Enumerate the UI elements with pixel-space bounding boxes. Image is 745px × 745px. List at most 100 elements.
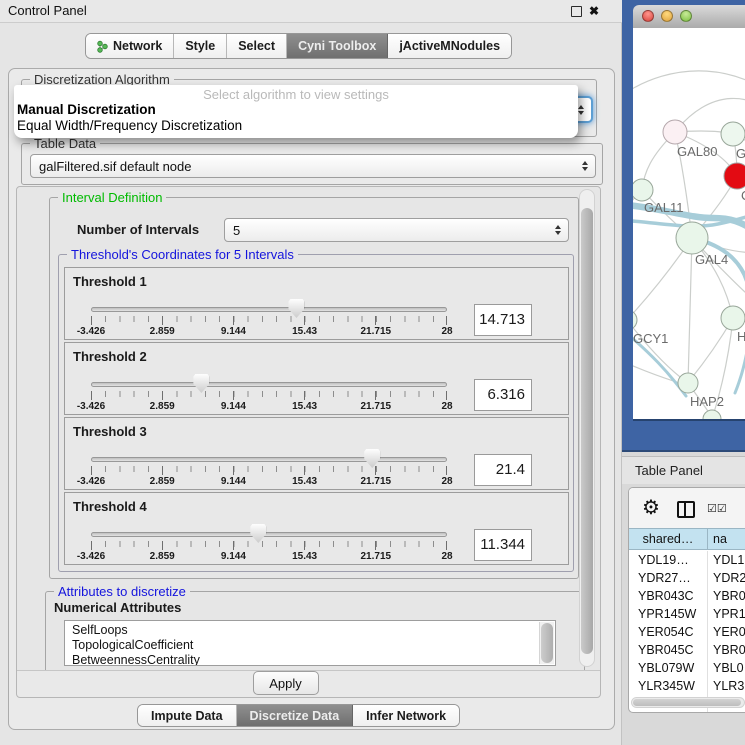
numerical-attributes-list[interactable]: SelfLoopsTopologicalCoefficientBetweenne…: [64, 620, 556, 666]
scrollbar-thumb[interactable]: [581, 208, 593, 654]
column-header-shared-name[interactable]: shared…: [629, 529, 708, 549]
table-cell[interactable]: YDL19…: [629, 551, 708, 569]
close-traffic-light-icon[interactable]: [642, 10, 654, 22]
table-row[interactable]: YER054CYER0: [629, 623, 745, 641]
slider-track[interactable]: [91, 532, 447, 537]
table-row[interactable]: YDR27…YDR2: [629, 569, 745, 587]
network-view-window[interactable]: GAL80GACGAL11GAL4GCY1HHAP2: [622, 0, 745, 452]
tab-style[interactable]: Style: [174, 34, 227, 58]
slider-scale-label: 9.144: [221, 401, 246, 412]
combobox-value: galFiltered.sif default node: [39, 155, 191, 177]
tab-network[interactable]: Network: [86, 34, 174, 58]
network-window-titlebar[interactable]: [633, 5, 745, 29]
threshold-slider[interactable]: -3.4262.8599.14415.4321.71528: [91, 524, 447, 566]
table-cell[interactable]: YDR2: [708, 569, 745, 587]
columns-icon[interactable]: [677, 501, 695, 518]
network-node-unlabeled[interactable]: [703, 410, 721, 419]
table-cell[interactable]: YER054C: [629, 623, 708, 641]
float-window-icon[interactable]: [571, 6, 582, 17]
table-row[interactable]: YBR043CYBR0: [629, 587, 745, 605]
slider-scale-label: 28: [441, 401, 452, 412]
threshold-value-field[interactable]: 11.344: [474, 529, 532, 561]
threshold-1-box: Threshold 1 -3.4262.8599.14415.4321.7152…: [64, 267, 569, 340]
network-node-GA[interactable]: [721, 122, 745, 146]
table-cell[interactable]: YBL0: [708, 659, 745, 677]
network-node-H[interactable]: [721, 306, 745, 330]
numerical-attributes-label: Numerical Attributes: [54, 600, 181, 615]
threshold-4-box: Threshold 4 -3.4262.8599.14415.4321.7152…: [64, 492, 569, 565]
table-cell[interactable]: YPR145W: [629, 605, 708, 623]
threshold-slider[interactable]: -3.4262.8599.14415.4321.71528: [91, 374, 447, 416]
table-data-combobox[interactable]: galFiltered.sif default node: [30, 154, 596, 178]
table-row[interactable]: YLR345WYLR3: [629, 677, 745, 695]
scrollbar-thumb[interactable]: [541, 623, 553, 663]
slider-track[interactable]: [91, 382, 447, 387]
tab-impute-data[interactable]: Impute Data: [138, 705, 237, 726]
dropdown-option-equal-width[interactable]: Equal Width/Frequency Discretization: [14, 118, 578, 134]
table-cell[interactable]: YDR27…: [629, 569, 708, 587]
column-header-name[interactable]: na: [708, 529, 745, 549]
tab-jactivemnodules[interactable]: jActiveMNodules: [388, 34, 511, 58]
checkboxes-icon[interactable]: ☑☑: [707, 502, 727, 515]
table-horizontal-scrollbar[interactable]: [631, 697, 745, 708]
table-cell[interactable]: YBR043C: [629, 587, 708, 605]
table-cell[interactable]: YLR3: [708, 677, 745, 695]
zoom-traffic-light-icon[interactable]: [680, 10, 692, 22]
table-row[interactable]: YPR145WYPR1: [629, 605, 745, 623]
slider-track[interactable]: [91, 457, 447, 462]
table-cell[interactable]: YBR0: [708, 587, 745, 605]
threshold-value-field[interactable]: 14.713: [474, 304, 532, 336]
tab-label: Style: [185, 39, 215, 53]
main-scrollbar[interactable]: [579, 189, 595, 667]
numerical-attribute-item[interactable]: SelfLoops: [65, 623, 555, 638]
threshold-value-field[interactable]: 6.316: [474, 379, 532, 411]
table-cell[interactable]: YPR1: [708, 605, 745, 623]
table-rows: YDL19…YDL1YDR27…YDR2YBR043CYBR0YPR145WYP…: [629, 551, 745, 713]
list-scrollbar[interactable]: [539, 622, 554, 664]
close-icon[interactable]: ✖: [589, 1, 599, 21]
tab-select[interactable]: Select: [227, 34, 287, 58]
slider-scale-label: 21.715: [361, 476, 392, 487]
scrollbar-thumb[interactable]: [633, 699, 741, 706]
table-cell[interactable]: YLR345W: [629, 677, 708, 695]
slider-track[interactable]: [91, 307, 447, 312]
spinner-arrows-icon[interactable]: [580, 155, 590, 177]
table-cell[interactable]: YBR045C: [629, 641, 708, 659]
numerical-attribute-item[interactable]: TopologicalCoefficient: [65, 638, 555, 653]
network-canvas[interactable]: GAL80GACGAL11GAL4GCY1HHAP2: [633, 28, 745, 419]
table-row[interactable]: YBL079WYBL0: [629, 659, 745, 677]
spinner-arrows-icon[interactable]: [553, 219, 563, 241]
network-node-GAL11[interactable]: [633, 179, 653, 201]
apply-button[interactable]: Apply: [253, 671, 319, 695]
numerical-attribute-item[interactable]: BetweennessCentrality: [65, 653, 555, 666]
table-cell[interactable]: YBL079W: [629, 659, 708, 677]
tab-discretize-data[interactable]: Discretize Data: [237, 705, 354, 726]
table-row[interactable]: YDL19…YDL1: [629, 551, 745, 569]
table-cell[interactable]: YER0: [708, 623, 745, 641]
table-cell[interactable]: YBR0: [708, 641, 745, 659]
network-node-label: GAL80: [677, 144, 717, 159]
gear-icon[interactable]: ⚙: [642, 495, 660, 520]
network-node-HAP2[interactable]: [678, 373, 698, 393]
slider-scale-label: 2.859: [150, 476, 175, 487]
threshold-slider[interactable]: -3.4262.8599.14415.4321.71528: [91, 299, 447, 341]
thresholds-group: Threshold's Coordinates for 5 Intervals …: [58, 254, 574, 572]
table-data-group: Table Data galFiltered.sif default node: [21, 143, 603, 185]
screen: Control Panel ✖ Network Style Select Cyn…: [0, 0, 745, 745]
network-node-GCY1[interactable]: [633, 310, 637, 330]
dropdown-option-manual[interactable]: Manual Discretization: [14, 102, 578, 118]
network-node-GAL4[interactable]: [676, 222, 708, 254]
threshold-value-field[interactable]: 21.4: [474, 454, 532, 486]
minimize-traffic-light-icon[interactable]: [661, 10, 673, 22]
tab-cyni-toolbox[interactable]: Cyni Toolbox: [287, 34, 388, 58]
network-node-C[interactable]: [724, 163, 745, 189]
network-node-GAL80[interactable]: [663, 120, 687, 144]
tab-infer-network[interactable]: Infer Network: [353, 705, 459, 726]
table-row[interactable]: YBR045CYBR0: [629, 641, 745, 659]
threshold-slider[interactable]: -3.4262.8599.14415.4321.71528: [91, 449, 447, 491]
slider-scale: -3.4262.8599.14415.4321.71528: [91, 551, 447, 563]
right-column: GAL80GACGAL11GAL4GCY1HHAP2 Table Panel ⚙…: [622, 0, 745, 745]
table-cell[interactable]: YDL1: [708, 551, 745, 569]
network-node-label: GA: [736, 146, 745, 161]
number-of-intervals-combobox[interactable]: 5: [224, 218, 569, 242]
